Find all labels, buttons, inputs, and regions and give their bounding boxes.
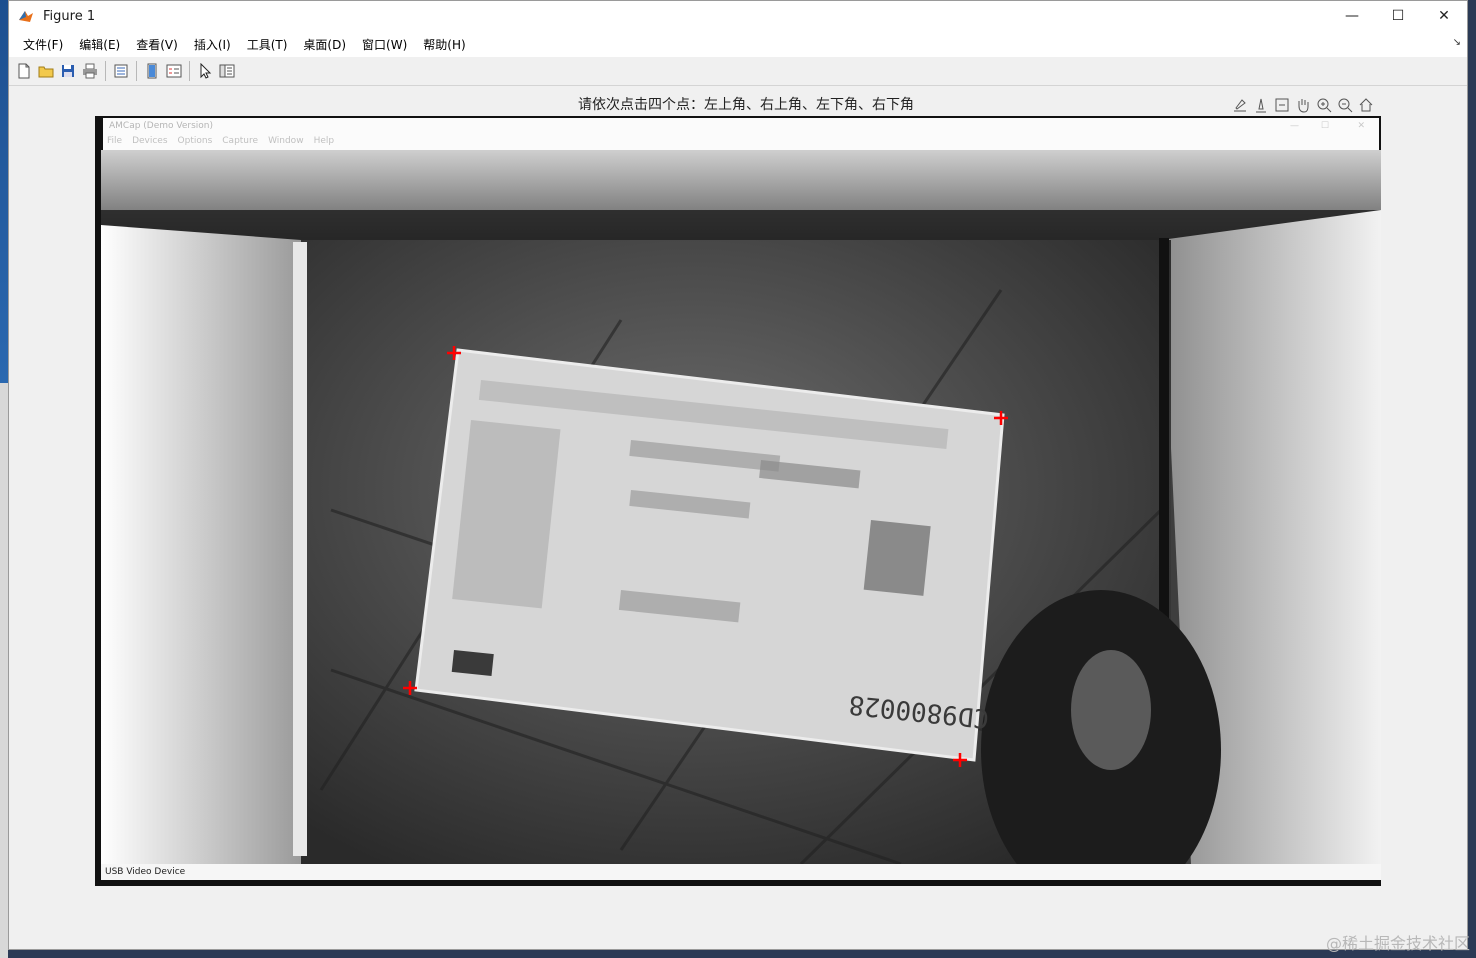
property-inspector-button[interactable] — [216, 60, 238, 82]
maximize-button[interactable]: ☐ — [1375, 1, 1421, 31]
zoom-out-icon — [1338, 98, 1353, 113]
home-icon — [1359, 98, 1373, 112]
axes-toolbar — [1231, 96, 1375, 114]
close-button[interactable]: ✕ — [1421, 1, 1467, 31]
axes-datatip-button[interactable] — [1273, 96, 1291, 114]
menu-file[interactable]: 文件(F) — [15, 36, 71, 53]
save-icon — [62, 65, 74, 77]
print-icon — [83, 63, 97, 79]
id-card: CD9800028 — [414, 348, 1005, 762]
toolbar-separator — [105, 61, 106, 81]
amcap-title: AMCap (Demo Version) — [109, 121, 214, 131]
amcap-menu-capture: Capture — [222, 136, 259, 146]
open-file-button[interactable] — [35, 60, 57, 82]
camera-image[interactable]: CD9800028 — [101, 150, 1381, 864]
amcap-status-bar: USB Video Device — [101, 864, 1381, 880]
edit-plot-button[interactable] — [194, 60, 216, 82]
menu-tools[interactable]: 工具(T) — [239, 36, 296, 53]
new-file-icon — [18, 63, 30, 79]
menu-desktop[interactable]: 桌面(D) — [295, 36, 354, 53]
amcap-maximize-icon: ☐ — [1320, 121, 1329, 131]
figure-toolbar — [9, 57, 1467, 86]
menu-bar: 文件(F) 编辑(E) 查看(V) 插入(I) 工具(T) 桌面(D) 窗口(W… — [9, 31, 1467, 57]
minimize-button[interactable]: — — [1329, 1, 1375, 31]
folder-open-icon — [38, 66, 54, 78]
menu-help[interactable]: 帮助(H) — [415, 36, 473, 53]
menu-insert[interactable]: 插入(I) — [186, 36, 239, 53]
colorbar-icon — [147, 63, 157, 79]
dock-figure-icon[interactable]: ↘ — [1453, 37, 1461, 48]
toolbar-separator — [136, 61, 137, 81]
menu-view[interactable]: 查看(V) — [128, 36, 186, 53]
axes-export-button[interactable] — [1231, 96, 1249, 114]
axes-brush-button[interactable] — [1252, 96, 1270, 114]
figure-window: Figure 1 — ☐ ✕ 文件(F) 编辑(E) 查看(V) 插入(I) 工… — [8, 0, 1468, 950]
desktop-background — [0, 0, 8, 958]
amcap-menu-options: Options — [177, 136, 213, 146]
property-inspector-icon — [219, 64, 235, 78]
insert-colorbar-button[interactable] — [141, 60, 163, 82]
print-figure-button[interactable] — [79, 60, 101, 82]
datatip-icon — [1275, 98, 1289, 112]
watermark: @稀土掘金技术社区 — [1325, 934, 1470, 953]
amcap-menu-file: File — [107, 136, 123, 146]
title-bar: Figure 1 — ☐ ✕ — [9, 1, 1467, 31]
new-figure-button[interactable] — [13, 60, 35, 82]
link-plot-icon — [114, 64, 128, 78]
amcap-menu-devices: Devices — [132, 136, 168, 146]
window-title: Figure 1 — [43, 8, 96, 24]
link-plot-button[interactable] — [110, 60, 132, 82]
export-icon — [1234, 99, 1246, 112]
amcap-minimize-icon: — — [1290, 121, 1299, 131]
legend-icon — [166, 64, 182, 78]
axes-zoom-in-button[interactable] — [1315, 96, 1333, 114]
amcap-window-header: AMCap (Demo Version) File Devices Option… — [103, 118, 1379, 150]
menu-edit[interactable]: 编辑(E) — [71, 36, 128, 53]
matlab-icon — [17, 7, 35, 25]
insert-legend-button[interactable] — [163, 60, 185, 82]
camera-scene: CD9800028 — [101, 150, 1381, 864]
figure-canvas[interactable]: 请依次点击四个点：左上角、右上角、左下角、右下角 AMCap (Demo Ver… — [9, 86, 1467, 949]
amcap-close-icon: ✕ — [1357, 121, 1365, 131]
axes-zoom-out-button[interactable] — [1336, 96, 1354, 114]
image-axes[interactable]: AMCap (Demo Version) File Devices Option… — [95, 116, 1381, 886]
zoom-in-icon — [1317, 98, 1332, 113]
pointer-arrow-icon — [200, 63, 212, 79]
toolbar-separator — [189, 61, 190, 81]
pan-hand-icon — [1298, 99, 1309, 113]
axes-pan-button[interactable] — [1294, 96, 1312, 114]
axes-home-button[interactable] — [1357, 96, 1375, 114]
amcap-menu: File Devices Options Capture Window Help — [107, 136, 334, 146]
amcap-menu-help: Help — [313, 136, 335, 146]
amcap-menu-window: Window — [268, 136, 304, 146]
save-figure-button[interactable] — [57, 60, 79, 82]
menu-window[interactable]: 窗口(W) — [354, 36, 415, 53]
brush-icon — [1256, 98, 1266, 113]
